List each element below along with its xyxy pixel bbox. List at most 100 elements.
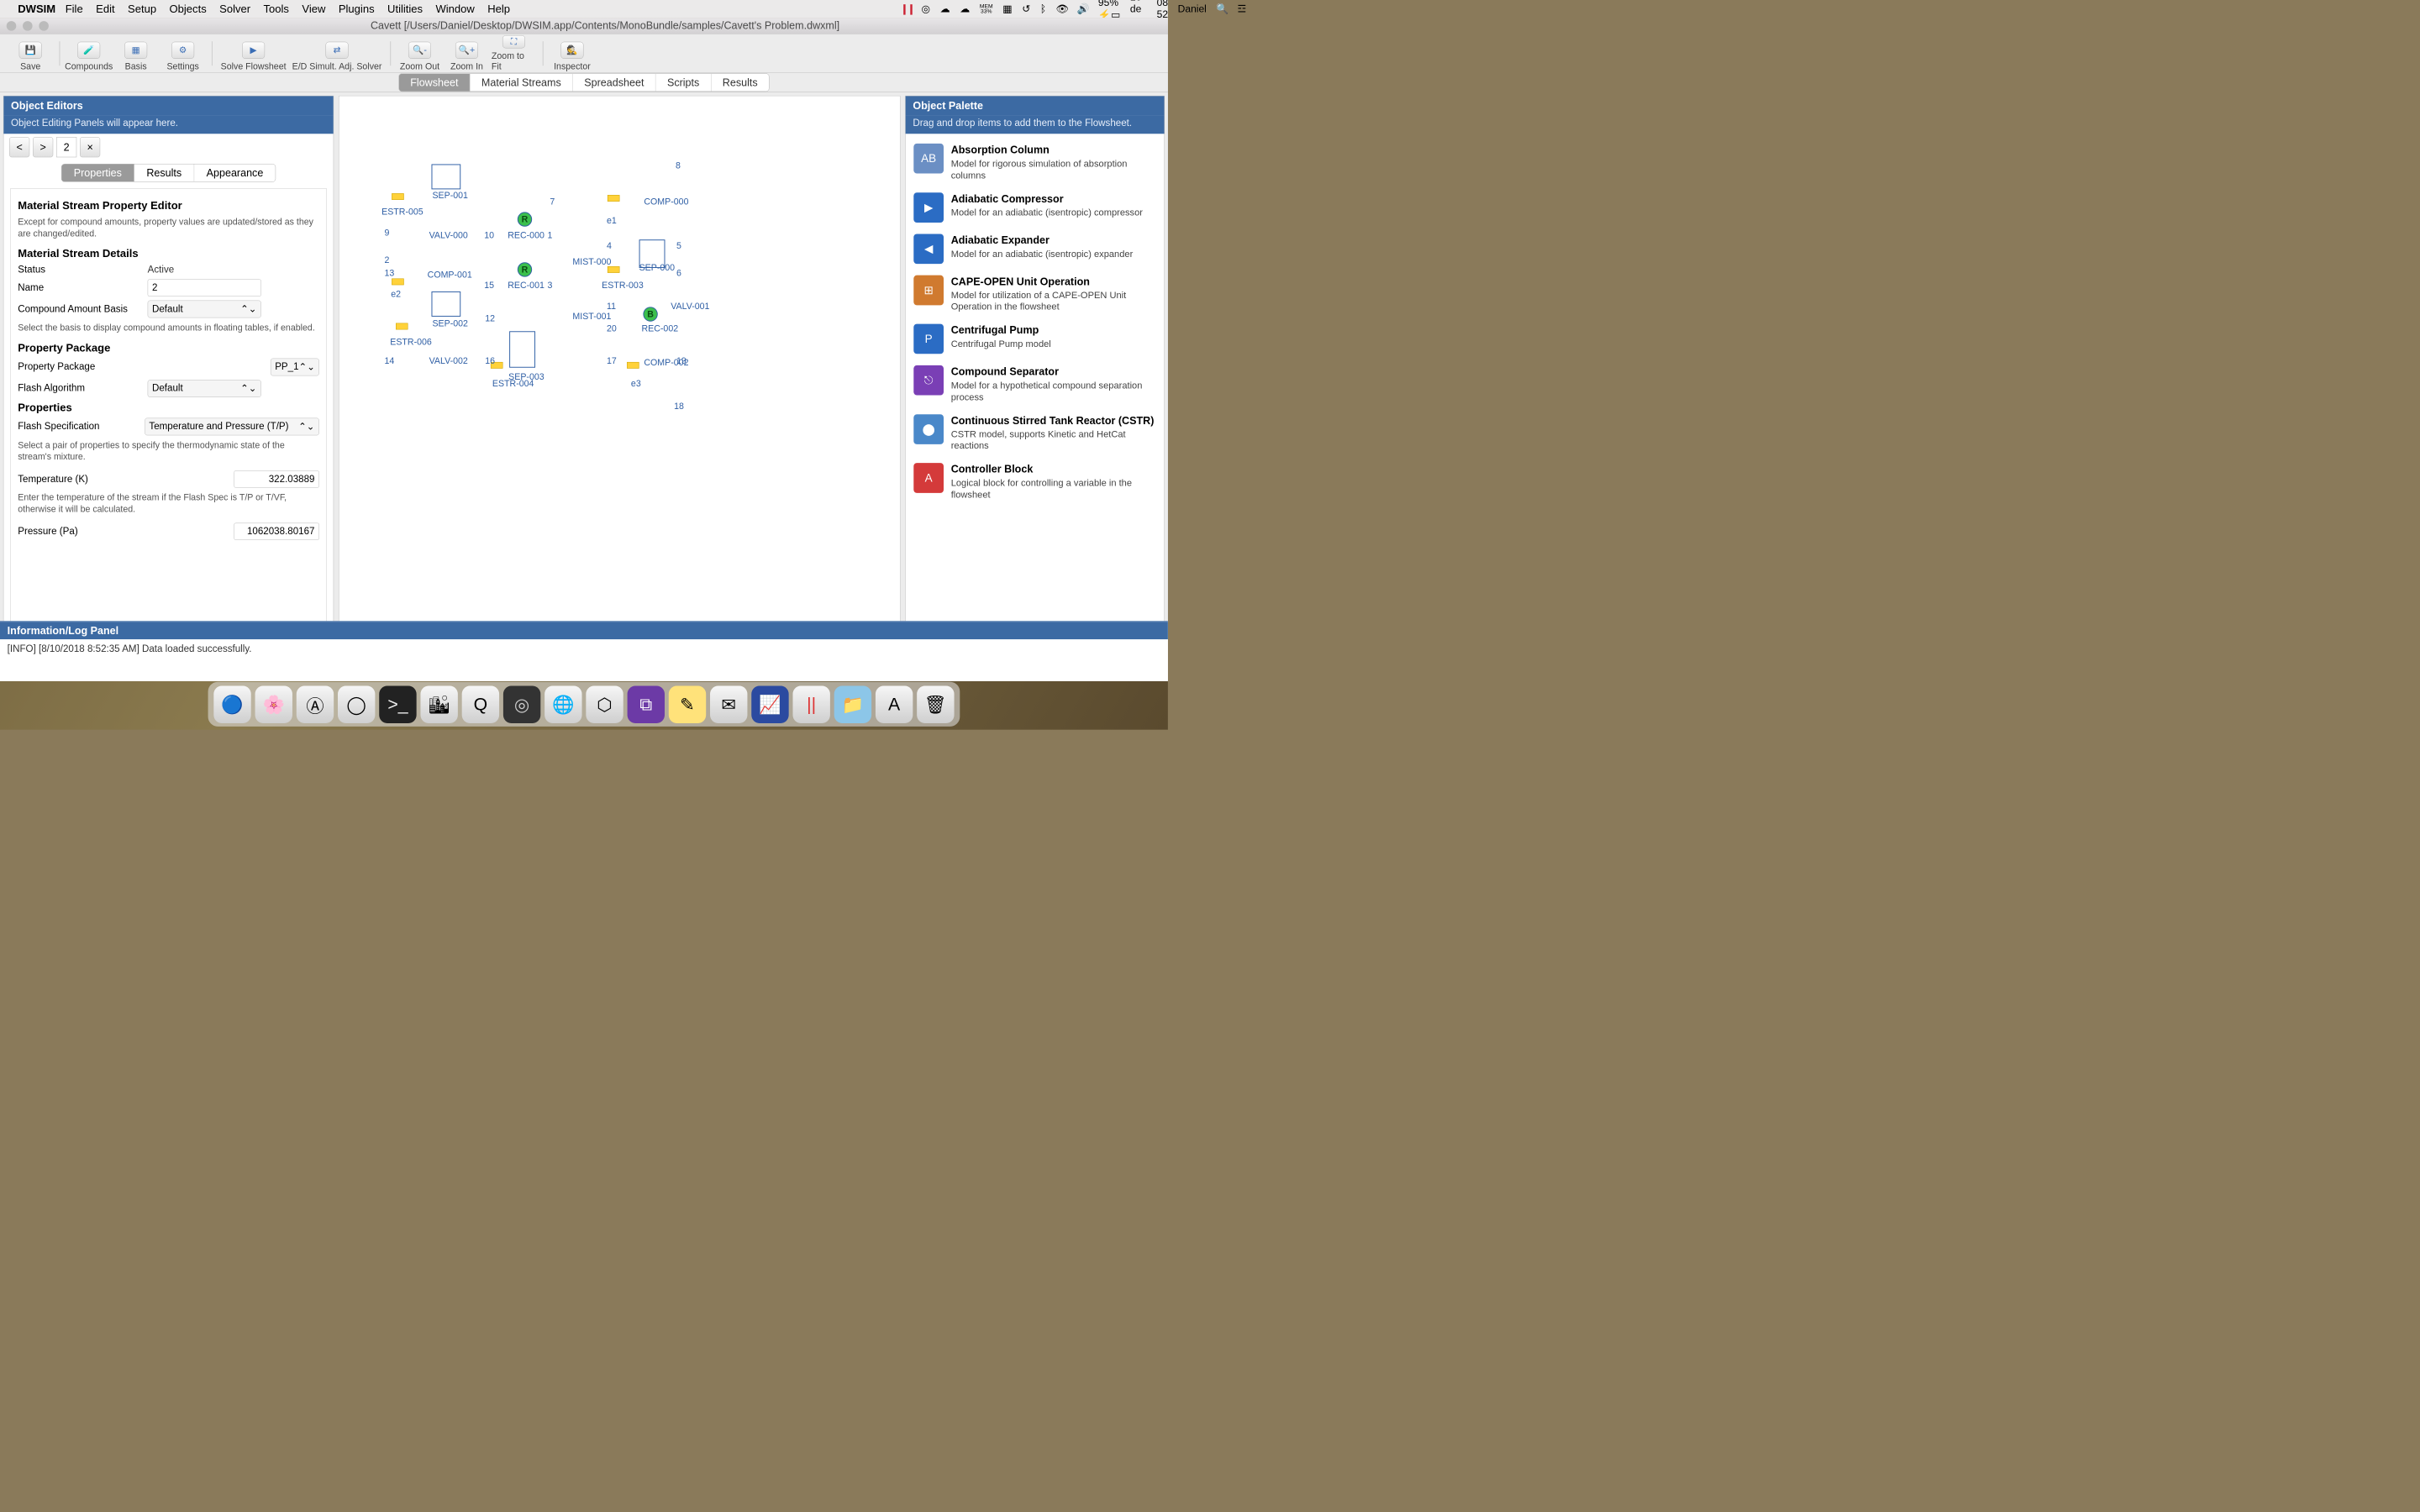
flowsheet-label[interactable]: 5 (676, 240, 681, 251)
dock-chrome-icon[interactable]: 🌐 (544, 686, 581, 723)
flowsheet-label[interactable]: SEP-002 (432, 318, 467, 329)
proptab-results[interactable]: Results (134, 164, 194, 181)
flowsheet-label[interactable]: 4 (607, 240, 612, 251)
creative-cloud-icon[interactable]: ☁ (940, 3, 950, 14)
flash-spec-select[interactable]: Temperature and Pressure (T/P)⌃⌄ (145, 417, 319, 435)
menu-window[interactable]: Window (435, 3, 474, 15)
dock-app-icon[interactable]: A (876, 686, 913, 723)
zoom-window-button[interactable] (39, 21, 49, 31)
bluetooth-icon[interactable]: ᛒ (1040, 3, 1046, 15)
cloud-upload-icon[interactable]: ☁ (960, 3, 970, 14)
flowsheet-label[interactable]: 20 (607, 323, 617, 334)
dock-folder-icon[interactable]: 📁 (834, 686, 871, 723)
flowsheet-canvas[interactable]: R R B SEP-001ESTR-005VALV-00010REC-00019… (339, 96, 899, 677)
flowsheet-label[interactable]: 1 (548, 230, 553, 241)
editor-next-button[interactable]: > (33, 137, 53, 157)
tab-results[interactable]: Results (711, 74, 769, 92)
flowsheet-label[interactable]: 17 (607, 355, 617, 366)
palette-item[interactable]: ⊞ CAPE-OPEN Unit Operation Model for uti… (909, 270, 1160, 318)
menu-solver[interactable]: Solver (219, 3, 250, 15)
flowsheet-label[interactable]: 9 (385, 228, 390, 239)
flowsheet-label[interactable]: e3 (631, 378, 641, 389)
flowsheet-label[interactable]: VALV-002 (429, 355, 468, 366)
recycle-node[interactable]: R (518, 212, 532, 226)
basis-button[interactable]: ▦Basis (113, 35, 158, 71)
temperature-input[interactable] (234, 470, 318, 487)
proptab-properties[interactable]: Properties (61, 164, 134, 181)
settings-button[interactable]: ⚙Settings (160, 35, 205, 71)
flowsheet-label[interactable]: COMP-001 (428, 270, 472, 281)
palette-item[interactable]: P Centrifugal Pump Centrifugal Pump mode… (909, 318, 1160, 360)
palette-item[interactable]: AB Absorption Column Model for rigorous … (909, 138, 1160, 186)
flowsheet-label[interactable]: SEP-001 (432, 190, 467, 201)
flowsheet-label[interactable]: 13 (385, 268, 395, 279)
dock-app-icon[interactable]: 🏙 (420, 686, 457, 723)
flowsheet-label[interactable]: REC-001 (508, 280, 544, 291)
flowsheet-label[interactable]: 14 (385, 355, 395, 366)
dock-app-icon[interactable]: ◎ (503, 686, 540, 723)
zoom-fit-button[interactable]: ⛶Zoom to Fit (492, 35, 536, 71)
energy-tag[interactable] (392, 279, 403, 286)
flowsheet-label[interactable]: MIST-000 (572, 256, 611, 267)
flowsheet-label[interactable]: SEP-000 (639, 262, 675, 273)
palette-item[interactable]: A Controller Block Logical block for con… (909, 457, 1160, 506)
basis-select[interactable]: Default⌃⌄ (148, 301, 261, 318)
tab-material-streams[interactable]: Material Streams (470, 74, 572, 92)
energy-tag[interactable] (396, 323, 408, 330)
dock-finder-icon[interactable]: 🔵 (213, 686, 250, 723)
timemachine-icon[interactable]: ↺ (1022, 3, 1030, 14)
dock-vscode-icon[interactable]: ⧉ (628, 686, 665, 723)
tab-scripts[interactable]: Scripts (655, 74, 711, 92)
flowsheet-label[interactable]: MIST-001 (572, 311, 611, 322)
flowsheet-label[interactable]: 8 (676, 160, 681, 171)
unit-op-box[interactable] (431, 164, 460, 189)
menu-view[interactable]: View (302, 3, 325, 15)
menu-plugins[interactable]: Plugins (339, 3, 375, 15)
energy-tag[interactable] (608, 266, 619, 273)
zoom-in-button[interactable]: 🔍+Zoom In (445, 35, 489, 71)
unit-op-box[interactable] (431, 291, 460, 317)
energy-tag[interactable] (392, 193, 403, 200)
palette-item[interactable]: ⎋ Compound Separator Model for a hypothe… (909, 360, 1160, 408)
flowsheet-label[interactable]: REC-002 (641, 323, 678, 334)
flowsheet-label[interactable]: VALV-000 (429, 230, 468, 241)
menu-setup[interactable]: Setup (128, 3, 156, 15)
dock-stocks-icon[interactable]: 📈 (751, 686, 788, 723)
flowsheet-label[interactable]: 10 (484, 230, 494, 241)
status-icon-2[interactable]: 👁 (1056, 3, 1068, 15)
flowsheet-label[interactable]: ESTR-006 (390, 337, 432, 348)
energy-tag[interactable] (627, 362, 639, 369)
flowsheet-label[interactable]: 15 (484, 280, 494, 291)
palette-item[interactable]: ◀ Adiabatic Expander Model for an adiaba… (909, 228, 1160, 269)
flowsheet-label[interactable]: e1 (607, 215, 617, 226)
recycle-node[interactable]: R (518, 262, 532, 276)
flash-algo-select[interactable]: Default⌃⌄ (148, 380, 261, 397)
menu-objects[interactable]: Objects (170, 3, 207, 15)
tab-spreadsheet[interactable]: Spreadsheet (573, 74, 656, 92)
editor-prev-button[interactable]: < (9, 137, 29, 157)
palette-list[interactable]: AB Absorption Column Model for rigorous … (906, 134, 1165, 677)
flowsheet-label[interactable]: ESTR-005 (381, 207, 424, 218)
flowsheet-label[interactable]: COMP-000 (644, 197, 688, 207)
app-name[interactable]: DWSIM (18, 3, 55, 15)
flowsheet-label[interactable]: VALV-001 (671, 302, 709, 312)
menu-tools[interactable]: Tools (264, 3, 289, 15)
menu-utilities[interactable]: Utilities (387, 3, 423, 15)
palette-item[interactable]: ⬤ Continuous Stirred Tank Reactor (CSTR)… (909, 408, 1160, 457)
proptab-appearance[interactable]: Appearance (194, 164, 276, 181)
zoom-out-button[interactable]: 🔍-Zoom Out (397, 35, 442, 71)
menu-edit[interactable]: Edit (96, 3, 114, 15)
dock-app-icon[interactable]: ◯ (338, 686, 375, 723)
flowsheet-label[interactable]: 2 (385, 255, 390, 266)
flowsheet-label[interactable]: 19 (676, 355, 687, 366)
flowsheet-label[interactable]: REC-000 (508, 230, 544, 241)
palette-item[interactable]: ▶ Adiabatic Compressor Model for an adia… (909, 186, 1160, 228)
pp-select[interactable]: PP_1⌃⌄ (271, 359, 319, 376)
menu-help[interactable]: Help (487, 3, 510, 15)
dock-app-icon[interactable]: ⬡ (586, 686, 623, 723)
flowsheet-label[interactable]: e2 (391, 289, 401, 300)
dock-photos-icon[interactable]: 🌸 (255, 686, 292, 723)
dock-trash-icon[interactable]: 🗑 (917, 686, 954, 723)
menubar-user[interactable]: Daniel (1178, 3, 1207, 15)
inspector-button[interactable]: 🕵Inspector (550, 35, 594, 71)
